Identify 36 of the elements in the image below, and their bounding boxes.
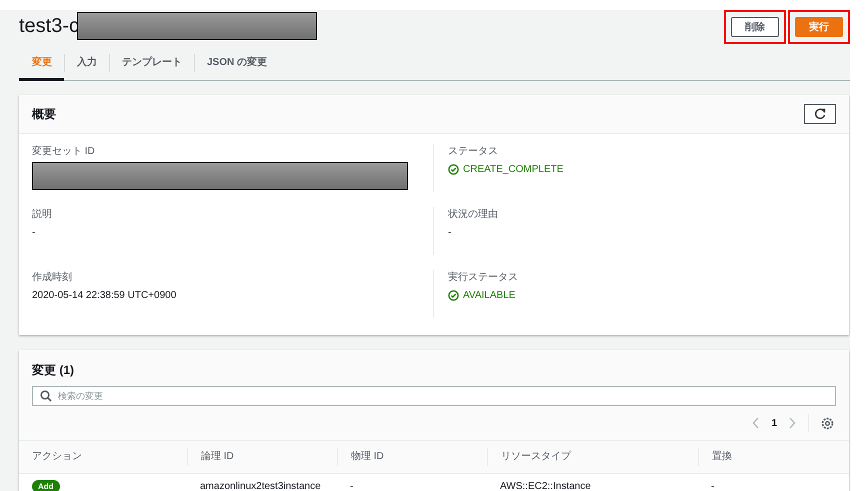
- card-title: 概要: [32, 106, 56, 122]
- page-number[interactable]: 1: [771, 418, 777, 428]
- refresh-icon: [814, 108, 826, 120]
- search-icon: [40, 390, 52, 402]
- action-badge: Add: [32, 480, 60, 491]
- status-text: CREATE_COMPLETE: [463, 164, 564, 175]
- card-title: 変更 (1): [32, 362, 76, 379]
- field-label: 説明: [32, 208, 53, 221]
- table-cell: -: [711, 480, 714, 491]
- column-header: 置換: [698, 448, 849, 466]
- check-circle-icon: [448, 290, 459, 301]
- tab[interactable]: JSON の変更: [195, 46, 280, 80]
- tab[interactable]: 入力: [65, 46, 109, 80]
- field-value: -: [32, 227, 36, 238]
- table-cell: AWS::EC2::Instance: [500, 480, 591, 491]
- page-title: test3-c: [19, 14, 80, 38]
- tab[interactable]: テンプレート: [110, 46, 194, 80]
- search-field[interactable]: 検索の変更: [32, 386, 836, 406]
- column-header: 論理 ID: [187, 448, 337, 466]
- field-label: 作成時刻: [32, 270, 73, 284]
- refresh-button[interactable]: [804, 104, 836, 124]
- column-header: アクション: [31, 450, 83, 464]
- column-header: リソースタイプ: [487, 448, 698, 466]
- settings-icon[interactable]: [821, 416, 834, 430]
- delete-button[interactable]: 削除: [731, 17, 779, 37]
- field-value: 2020-05-14 22:38:59 UTC+0900: [32, 290, 178, 301]
- field-label: 状況の理由: [448, 208, 499, 221]
- field-value: -: [448, 227, 452, 238]
- column-header: 物理 ID: [337, 448, 487, 466]
- check-circle-icon: [448, 164, 459, 175]
- field-label: ステータス: [448, 145, 499, 158]
- table-cell: -: [350, 480, 354, 491]
- field-label: 実行ステータス: [448, 270, 519, 284]
- field-label: 変更セット ID: [32, 144, 96, 158]
- table-cell: amazonlinux2test3instance: [200, 480, 321, 491]
- status-text: AVAILABLE: [463, 290, 516, 301]
